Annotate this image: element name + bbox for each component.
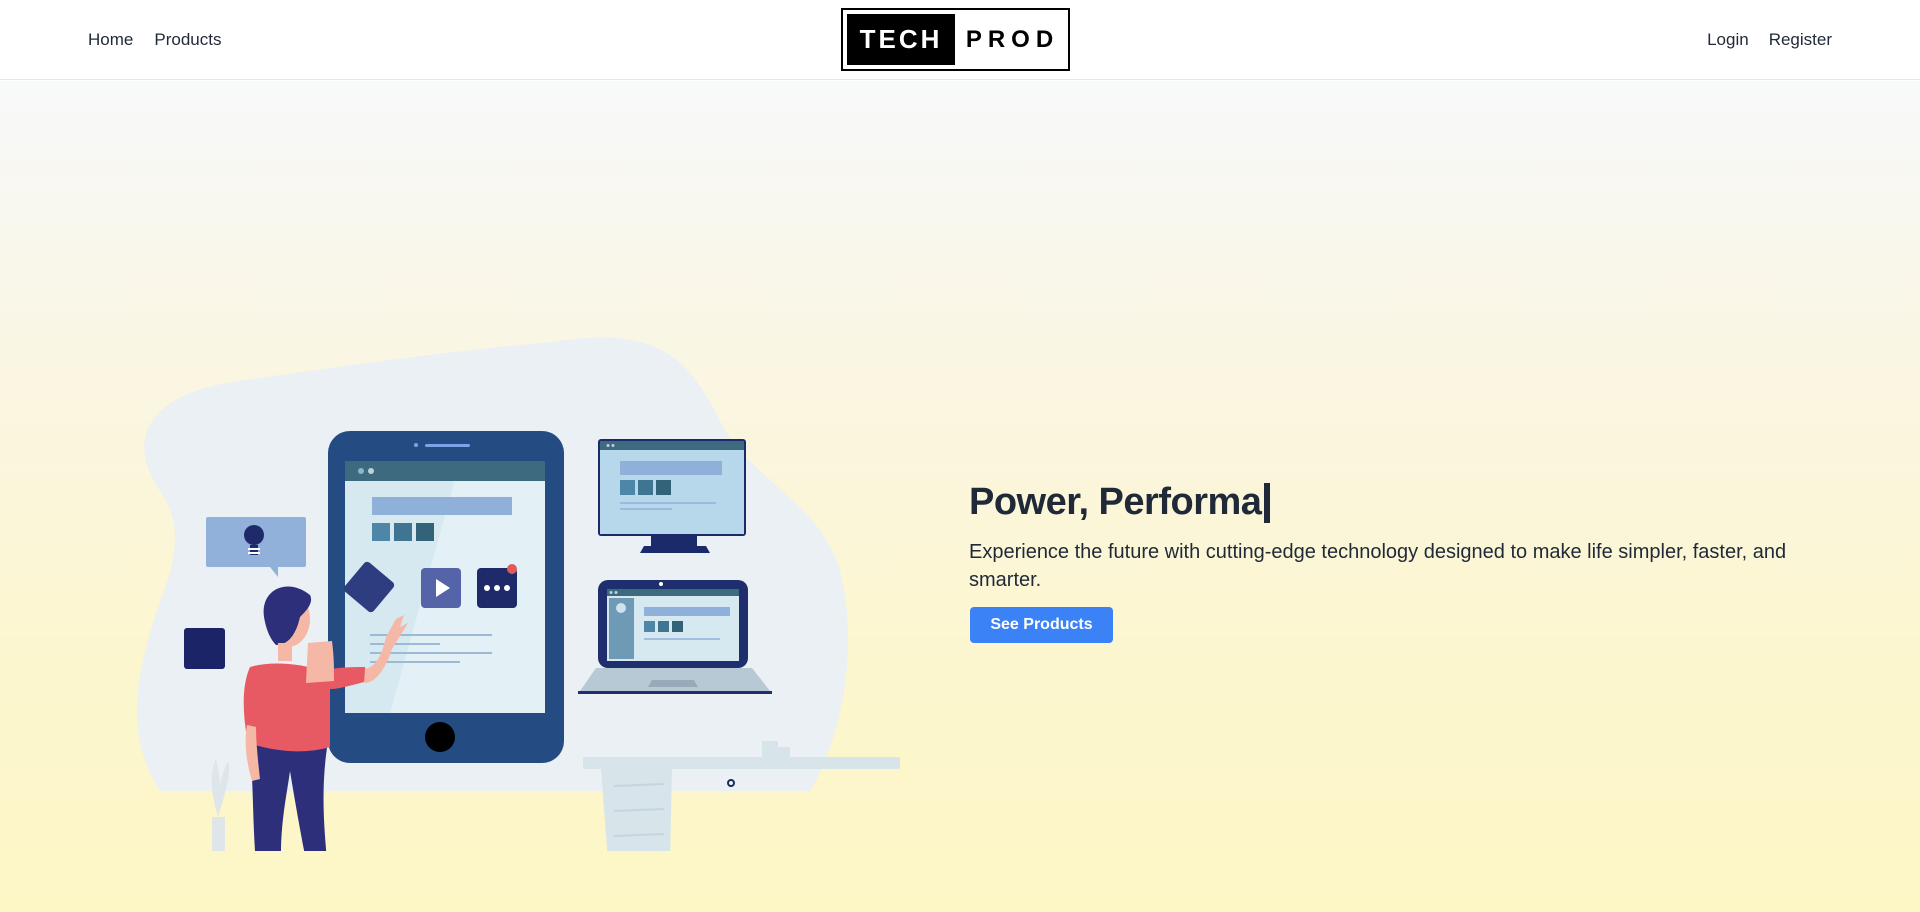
hero-section: Power, Performa Experience the future wi… (0, 81, 1920, 912)
desk-top (583, 757, 900, 769)
tablet-home-button (425, 722, 455, 752)
nav-left: Home Products (88, 0, 221, 80)
navy-square (184, 628, 225, 669)
nav-home-link[interactable]: Home (88, 30, 133, 50)
nav-login-link[interactable]: Login (1707, 30, 1749, 50)
brand-logo[interactable]: TECH PROD (841, 8, 1070, 71)
hero-subtitle: Experience the future with cutting-edge … (969, 541, 1787, 591)
nav-products-link[interactable]: Products (154, 30, 221, 50)
plant-pot (212, 817, 225, 851)
nav-right: Login Register (1707, 0, 1832, 80)
logo-prod-text: PROD (965, 25, 1060, 53)
lightbulb-icon (244, 525, 264, 545)
nav-register-link[interactable]: Register (1769, 30, 1832, 50)
hero-illustration (136, 337, 900, 851)
typing-caret (1264, 482, 1271, 523)
see-products-button[interactable]: See Products (970, 607, 1113, 643)
hero-headline: Power, Performa (969, 481, 1271, 524)
navbar: Home Products TECH PROD Login Register (0, 0, 1920, 80)
logo-tech-text: TECH (847, 14, 955, 65)
hero-headline-text: Power, Performa (969, 481, 1262, 523)
